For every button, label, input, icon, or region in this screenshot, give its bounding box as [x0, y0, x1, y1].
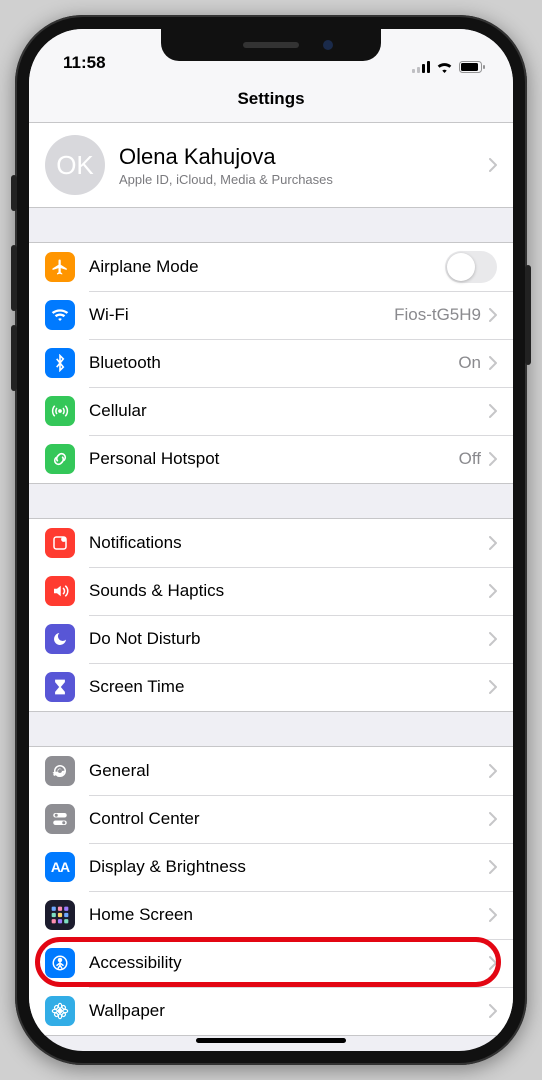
status-time: 11:58: [63, 53, 106, 73]
chevron-right-icon: [489, 812, 497, 826]
hourglass-icon: [45, 672, 75, 702]
row-screentime[interactable]: Screen Time: [29, 663, 513, 711]
settings-group: Notifications Sounds & Haptics Do Not Dist…: [29, 518, 513, 712]
page-title: Settings: [29, 75, 513, 122]
row-label: Cellular: [89, 401, 489, 421]
bluetooth-icon: [45, 348, 75, 378]
row-label: Do Not Disturb: [89, 629, 489, 649]
row-accessibility[interactable]: Accessibility: [29, 939, 513, 987]
settings-group: Airplane ModeWi-FiFios-tG5H9BluetoothOnC…: [29, 242, 513, 484]
gear-icon: [45, 756, 75, 786]
settings-content[interactable]: Settings OK Olena Kahujova Apple ID, iCl…: [29, 75, 513, 1051]
row-label: Wallpaper: [89, 1001, 489, 1021]
chevron-right-icon: [489, 356, 497, 370]
chevron-right-icon: [489, 158, 497, 172]
row-general[interactable]: General: [29, 747, 513, 795]
chevron-right-icon: [489, 764, 497, 778]
chevron-right-icon: [489, 632, 497, 646]
chevron-right-icon: [489, 1004, 497, 1018]
power-button: [525, 265, 531, 365]
row-airplane[interactable]: Airplane Mode: [29, 243, 513, 291]
wifi-status-icon: [436, 61, 453, 73]
row-label: Display & Brightness: [89, 857, 489, 877]
row-homescreen[interactable]: Home Screen: [29, 891, 513, 939]
profile-name: Olena Kahujova: [119, 144, 489, 170]
chevron-right-icon: [489, 404, 497, 418]
row-sounds[interactable]: Sounds & Haptics: [29, 567, 513, 615]
row-bluetooth[interactable]: BluetoothOn: [29, 339, 513, 387]
row-cellular[interactable]: Cellular: [29, 387, 513, 435]
home-indicator[interactable]: [196, 1038, 346, 1043]
chevron-right-icon: [489, 452, 497, 466]
toggle-switch[interactable]: [445, 251, 497, 283]
row-hotspot[interactable]: Personal HotspotOff: [29, 435, 513, 483]
row-label: Airplane Mode: [89, 257, 445, 277]
group-separator: [29, 484, 513, 518]
row-label: Accessibility: [89, 953, 489, 973]
row-label: Personal Hotspot: [89, 449, 459, 469]
switches-icon: [45, 804, 75, 834]
group-separator: [29, 712, 513, 746]
link-icon: [45, 444, 75, 474]
screen: 11:58 Settings OK Olena Kahujova Apple I…: [29, 29, 513, 1051]
front-camera: [323, 40, 333, 50]
group-separator: [29, 208, 513, 242]
bell-icon: [45, 528, 75, 558]
settings-group: General Control Center AA Display & Brightn…: [29, 746, 513, 1036]
row-detail: On: [458, 353, 481, 373]
row-label: Wi-Fi: [89, 305, 394, 325]
speaker-icon: [45, 576, 75, 606]
antenna-icon: [45, 396, 75, 426]
cellular-signal-icon: [412, 61, 430, 73]
chevron-right-icon: [489, 536, 497, 550]
notch: [161, 29, 381, 61]
chevron-right-icon: [489, 584, 497, 598]
chevron-right-icon: [489, 308, 497, 322]
wifi-icon: [45, 300, 75, 330]
row-detail: Fios-tG5H9: [394, 305, 481, 325]
chevron-right-icon: [489, 908, 497, 922]
profile-subtitle: Apple ID, iCloud, Media & Purchases: [119, 172, 489, 187]
chevron-right-icon: [489, 680, 497, 694]
person-icon: [45, 948, 75, 978]
row-label: Home Screen: [89, 905, 489, 925]
chevron-right-icon: [489, 956, 497, 970]
airplane-icon: [45, 252, 75, 282]
aa-icon: AA: [45, 852, 75, 882]
row-wallpaper[interactable]: Wallpaper: [29, 987, 513, 1035]
earpiece-speaker: [243, 42, 299, 48]
row-label: Sounds & Haptics: [89, 581, 489, 601]
row-display[interactable]: AA Display & Brightness: [29, 843, 513, 891]
row-label: Control Center: [89, 809, 489, 829]
row-notifications[interactable]: Notifications: [29, 519, 513, 567]
apple-id-row[interactable]: OK Olena Kahujova Apple ID, iCloud, Medi…: [29, 123, 513, 207]
row-label: Notifications: [89, 533, 489, 553]
volume-up-button: [11, 245, 17, 311]
flower-icon: [45, 996, 75, 1026]
chevron-right-icon: [489, 860, 497, 874]
battery-icon: [459, 61, 485, 73]
row-dnd[interactable]: Do Not Disturb: [29, 615, 513, 663]
row-controlcenter[interactable]: Control Center: [29, 795, 513, 843]
row-label: Bluetooth: [89, 353, 458, 373]
row-wifi[interactable]: Wi-FiFios-tG5H9: [29, 291, 513, 339]
avatar: OK: [45, 135, 105, 195]
grid-icon: [45, 900, 75, 930]
row-label: Screen Time: [89, 677, 489, 697]
volume-down-button: [11, 325, 17, 391]
phone-frame: 11:58 Settings OK Olena Kahujova Apple I…: [15, 15, 527, 1065]
moon-icon: [45, 624, 75, 654]
silent-switch: [11, 175, 17, 211]
profile-group: OK Olena Kahujova Apple ID, iCloud, Medi…: [29, 122, 513, 208]
row-label: General: [89, 761, 489, 781]
row-detail: Off: [459, 449, 481, 469]
